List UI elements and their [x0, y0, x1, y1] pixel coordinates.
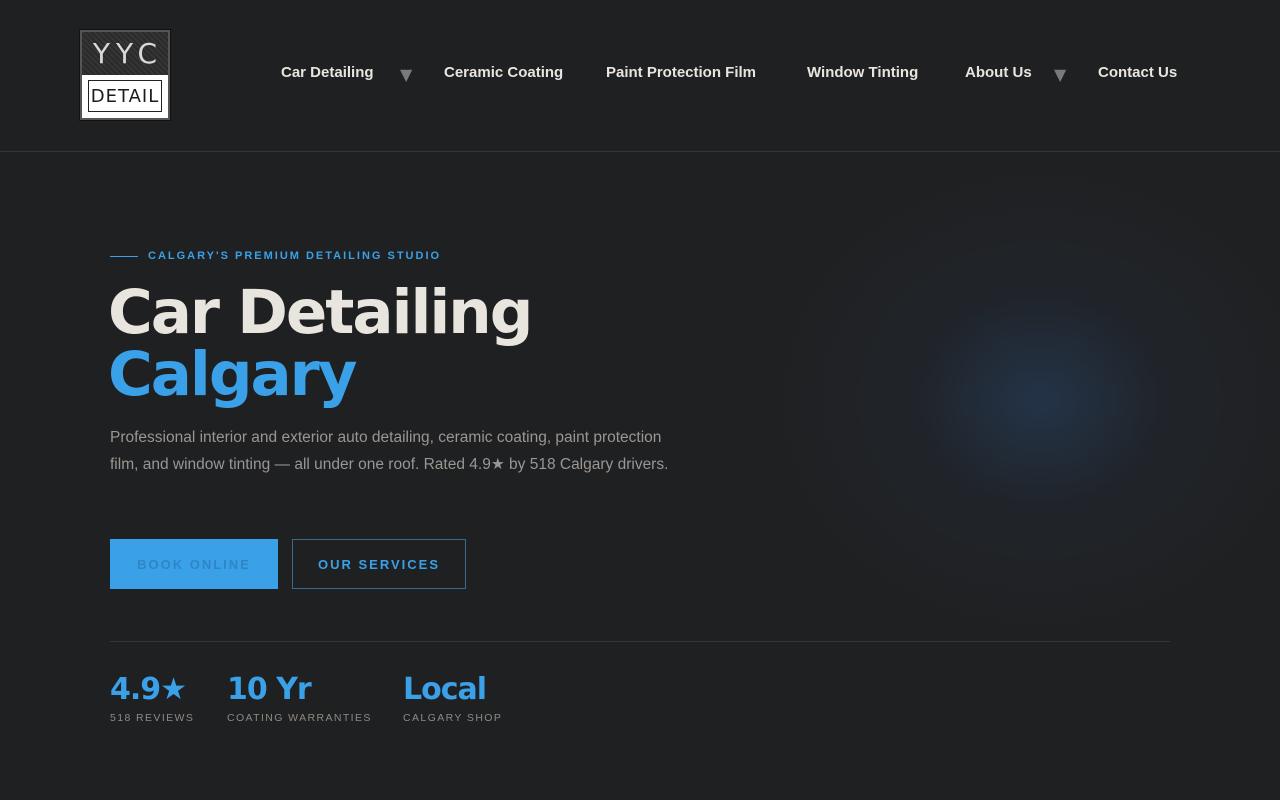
hero-description: Professional interior and exterior auto …	[110, 429, 669, 473]
chevron-down-icon[interactable]: ▼	[400, 62, 414, 88]
book-online-button[interactable]: BOOK ONLINE	[110, 539, 278, 589]
site-header: YYC DETAIL Car Detailing ▼ Ceramic Coati…	[0, 0, 1280, 152]
stat-warranty: 10 Yr COATING WARRANTIES	[227, 672, 372, 724]
nav-about-us[interactable]: About Us	[965, 60, 1032, 86]
our-services-button[interactable]: OUR SERVICES	[292, 539, 466, 589]
stat-value: Local	[403, 672, 487, 707]
nav-car-detailing[interactable]: Car Detailing	[281, 60, 374, 86]
nav-window-tinting[interactable]: Window Tinting	[807, 60, 918, 86]
eyebrow-line	[110, 255, 138, 257]
stats-divider	[110, 641, 1170, 642]
hero-eyebrow: CALGARY'S PREMIUM DETAILING STUDIO	[110, 248, 441, 264]
nav-contact-us[interactable]: Contact Us	[1098, 60, 1177, 86]
stat-label: CALGARY SHOP	[403, 712, 503, 724]
stat-label: 518 REVIEWS	[110, 712, 195, 724]
stat-label: COATING WARRANTIES	[227, 712, 372, 724]
chevron-down-icon[interactable]: ▼	[1054, 62, 1068, 88]
hero-title-line2: Calgary	[108, 339, 358, 410]
stat-rating: 4.9★ 518 REVIEWS	[110, 672, 194, 724]
hero-background-glow	[760, 155, 1280, 645]
nav-paint-protection-film[interactable]: Paint Protection Film	[606, 60, 756, 86]
stat-local: Local CALGARY SHOP	[403, 672, 502, 724]
stat-value: 4.9★	[110, 672, 187, 707]
main-nav: Car Detailing ▼ Ceramic Coating Paint Pr…	[0, 60, 1280, 86]
nav-ceramic-coating[interactable]: Ceramic Coating	[444, 60, 563, 86]
eyebrow-text: CALGARY'S PREMIUM DETAILING STUDIO	[148, 250, 442, 262]
stat-value: 10 Yr	[227, 672, 312, 707]
hero-title-line1: Car Detailing	[108, 277, 533, 348]
